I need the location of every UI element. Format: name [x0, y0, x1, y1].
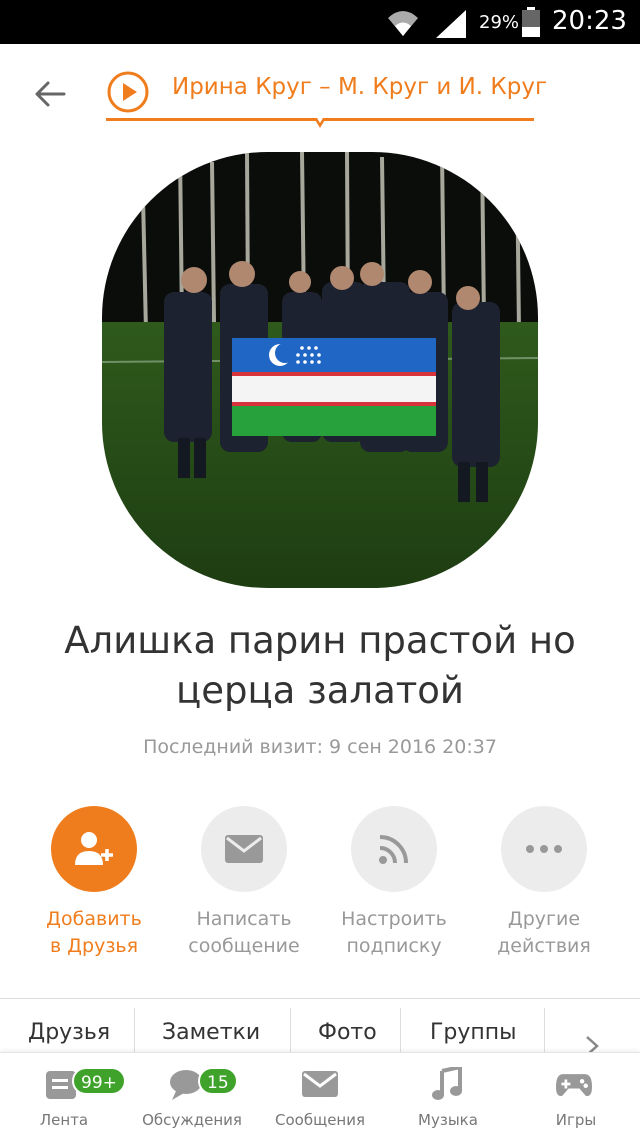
nav-music-label: Музыка: [418, 1111, 478, 1129]
nav-music[interactable]: Музыка: [384, 1053, 512, 1138]
tab-groups[interactable]: Группы: [430, 1020, 517, 1045]
more-actions-label-1: Другие: [507, 908, 581, 930]
add-friend-label-1: Добавить: [46, 908, 142, 930]
discussions-badge: 15: [198, 1067, 238, 1095]
last-visit: Последний визит: 9 сен 2016 20:37: [143, 736, 497, 758]
more-actions-label-2: действия: [497, 935, 591, 957]
signal-icon: [436, 10, 466, 38]
tabs-divider: [0, 998, 640, 999]
bottom-navigation: 99+ Лента 15 Обсуждения Сообщения Музыка: [0, 1052, 640, 1138]
play-icon[interactable]: [106, 70, 150, 114]
now-playing-notch: [314, 118, 326, 128]
nav-discussions-label: Обсуждения: [142, 1111, 242, 1129]
mail-icon: [225, 835, 263, 863]
add-friend-icon: [75, 832, 113, 865]
tab-separator: [134, 1008, 135, 1052]
tab-separator: [290, 1008, 291, 1052]
back-arrow-icon[interactable]: [30, 74, 70, 114]
add-friend-button[interactable]: Добавить в Друзья: [19, 806, 169, 960]
nav-messages[interactable]: Сообщения: [256, 1053, 384, 1138]
add-friend-label-2: в Друзья: [49, 935, 139, 957]
profile-avatar[interactable]: [102, 152, 538, 588]
subscription-button[interactable]: Настроить подписку: [319, 806, 469, 960]
now-playing-title[interactable]: Ирина Круг – М. Круг и И. Круг: [172, 74, 547, 100]
nav-messages-label: Сообщения: [274, 1111, 365, 1129]
envelope-icon: [302, 1071, 338, 1097]
music-note-icon: [432, 1067, 462, 1100]
nav-games[interactable]: Игры: [512, 1053, 640, 1138]
status-bar: 29% 20:23: [0, 0, 640, 44]
feed-badge: 99+: [72, 1067, 126, 1095]
tab-separator: [400, 1008, 401, 1052]
subscription-label-2: подписку: [346, 935, 442, 957]
battery-percent: 29%: [479, 12, 520, 33]
wifi-icon: [388, 11, 418, 36]
nav-feed-label: Лента: [39, 1111, 89, 1129]
tab-friends[interactable]: Друзья: [28, 1020, 110, 1045]
nav-games-label: Игры: [555, 1111, 597, 1129]
subscription-label-1: Настроить: [341, 908, 447, 930]
write-message-label-2: сообщение: [188, 935, 300, 957]
write-message-label-1: Написать: [196, 908, 292, 930]
more-icon: [526, 845, 562, 853]
tab-notes[interactable]: Заметки: [162, 1020, 260, 1045]
nav-discussions[interactable]: 15 Обсуждения: [128, 1053, 256, 1138]
profile-name: Алишка парин прастой но церца залатой: [64, 619, 576, 712]
more-actions-button[interactable]: Другие действия: [469, 806, 619, 960]
gamepad-icon: [556, 1074, 592, 1096]
write-message-button[interactable]: Написать сообщение: [169, 806, 319, 960]
now-playing-bar[interactable]: Ирина Круг – М. Круг и И. Круг: [106, 64, 547, 128]
nav-feed[interactable]: 99+ Лента: [0, 1053, 128, 1138]
clock: 20:23: [552, 6, 627, 36]
tab-separator: [544, 1008, 545, 1052]
feed-icon: [379, 835, 408, 864]
tab-photos[interactable]: Фото: [318, 1020, 377, 1045]
battery-icon: [522, 7, 540, 37]
